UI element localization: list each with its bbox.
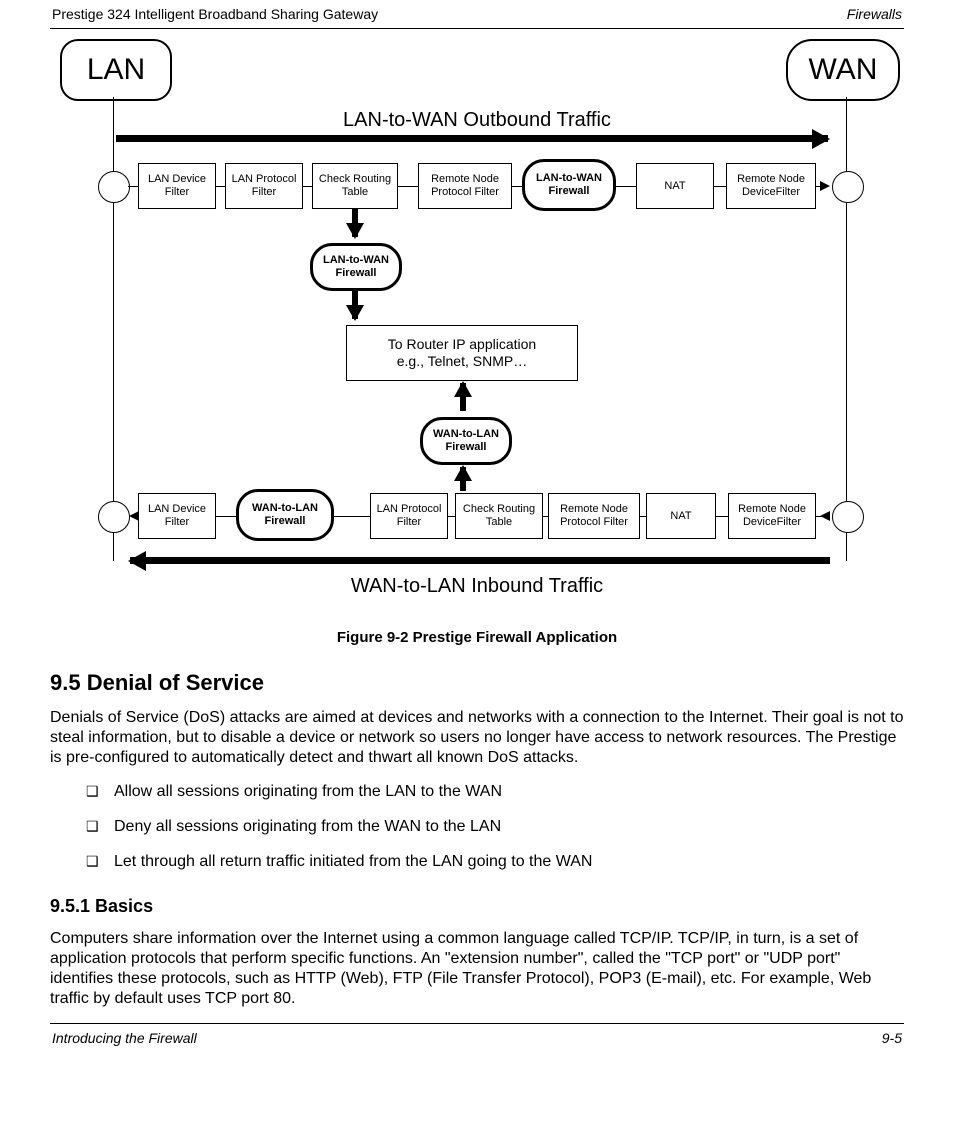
- top-check-routing-table: Check Routing Table: [312, 163, 398, 209]
- lan-rail: [113, 97, 114, 561]
- lan-in-port: [98, 501, 130, 533]
- arrow-to-mid-fw-top: [352, 209, 358, 237]
- bot-wan-to-lan-firewall: WAN-to-LAN Firewall: [236, 489, 334, 541]
- footer-right: 9-5: [882, 1030, 902, 1046]
- wan-in-port: [832, 501, 864, 533]
- outbound-title: LAN-to-WAN Outbound Traffic: [343, 109, 611, 131]
- wan-out-port: [832, 171, 864, 203]
- lan-label: LAN: [87, 53, 145, 87]
- arrow-from-routing-to-midfw: [460, 467, 466, 491]
- header-right: Firewalls: [847, 6, 902, 22]
- bot-remote-node-protocol-filter: Remote Node Protocol Filter: [548, 493, 640, 539]
- basics-paragraph: Computers share information over the Int…: [50, 929, 904, 1009]
- outbound-title-wrap: LAN-to-WAN Outbound Traffic: [50, 109, 904, 132]
- top-lan-to-wan-firewall: LAN-to-WAN Firewall: [522, 159, 616, 211]
- mid-wan-to-lan-firewall: WAN-to-LAN Firewall: [420, 417, 512, 465]
- arrow-to-app-from-top: [352, 291, 358, 319]
- inbound-title: WAN-to-LAN Inbound Traffic: [351, 575, 603, 597]
- top-lan-protocol-filter: LAN Protocol Filter: [225, 163, 303, 209]
- figure-caption: Figure 9-2 Prestige Firewall Application: [50, 629, 904, 646]
- subsection-title: 9.5.1 Basics: [50, 896, 904, 917]
- top-remote-node-protocol-filter: Remote Node Protocol Filter: [418, 163, 512, 209]
- conn-out-left: [128, 186, 138, 187]
- arrow-to-app-from-bot: [460, 383, 466, 411]
- mid-lan-to-wan-firewall: LAN-to-WAN Firewall: [310, 243, 402, 291]
- list-item: Allow all sessions originating from the …: [86, 782, 904, 803]
- page-header: Prestige 324 Intelligent Broadband Shari…: [50, 0, 904, 28]
- list-item: Deny all sessions originating from the W…: [86, 817, 904, 838]
- bot-remote-node-device-filter: Remote Node DeviceFilter: [728, 493, 816, 539]
- inbound-arrow: [130, 557, 830, 564]
- footer-left: Introducing the Firewall: [52, 1030, 197, 1046]
- top-nat: NAT: [636, 163, 714, 209]
- bot-lan-device-filter: LAN Device Filter: [138, 493, 216, 539]
- header-left: Prestige 324 Intelligent Broadband Shari…: [52, 6, 378, 22]
- outbound-arrow: [116, 135, 828, 142]
- wan-rail: [846, 97, 847, 561]
- node-wan: WAN: [786, 39, 900, 101]
- firewall-diagram: LAN WAN LAN-to-WAN Outbound Traffic LAN …: [50, 29, 904, 611]
- bot-lan-protocol-filter: LAN Protocol Filter: [370, 493, 448, 539]
- wan-label: WAN: [809, 53, 878, 87]
- list-item: Let through all return traffic initiated…: [86, 852, 904, 873]
- dos-paragraph: Denials of Service (DoS) attacks are aim…: [50, 708, 904, 768]
- inbound-title-wrap: WAN-to-LAN Inbound Traffic: [50, 575, 904, 598]
- top-remote-node-device-filter: Remote Node DeviceFilter: [726, 163, 816, 209]
- router-ip-application: To Router IP application e.g., Telnet, S…: [346, 325, 578, 381]
- default-policy-list: Allow all sessions originating from the …: [50, 782, 904, 872]
- page-footer: Introducing the Firewall 9-5: [50, 1024, 904, 1052]
- section-title: 9.5 Denial of Service: [50, 670, 904, 696]
- lan-out-port: [98, 171, 130, 203]
- top-lan-device-filter: LAN Device Filter: [138, 163, 216, 209]
- bot-nat: NAT: [646, 493, 716, 539]
- bot-check-routing-table: Check Routing Table: [455, 493, 543, 539]
- node-lan: LAN: [60, 39, 172, 101]
